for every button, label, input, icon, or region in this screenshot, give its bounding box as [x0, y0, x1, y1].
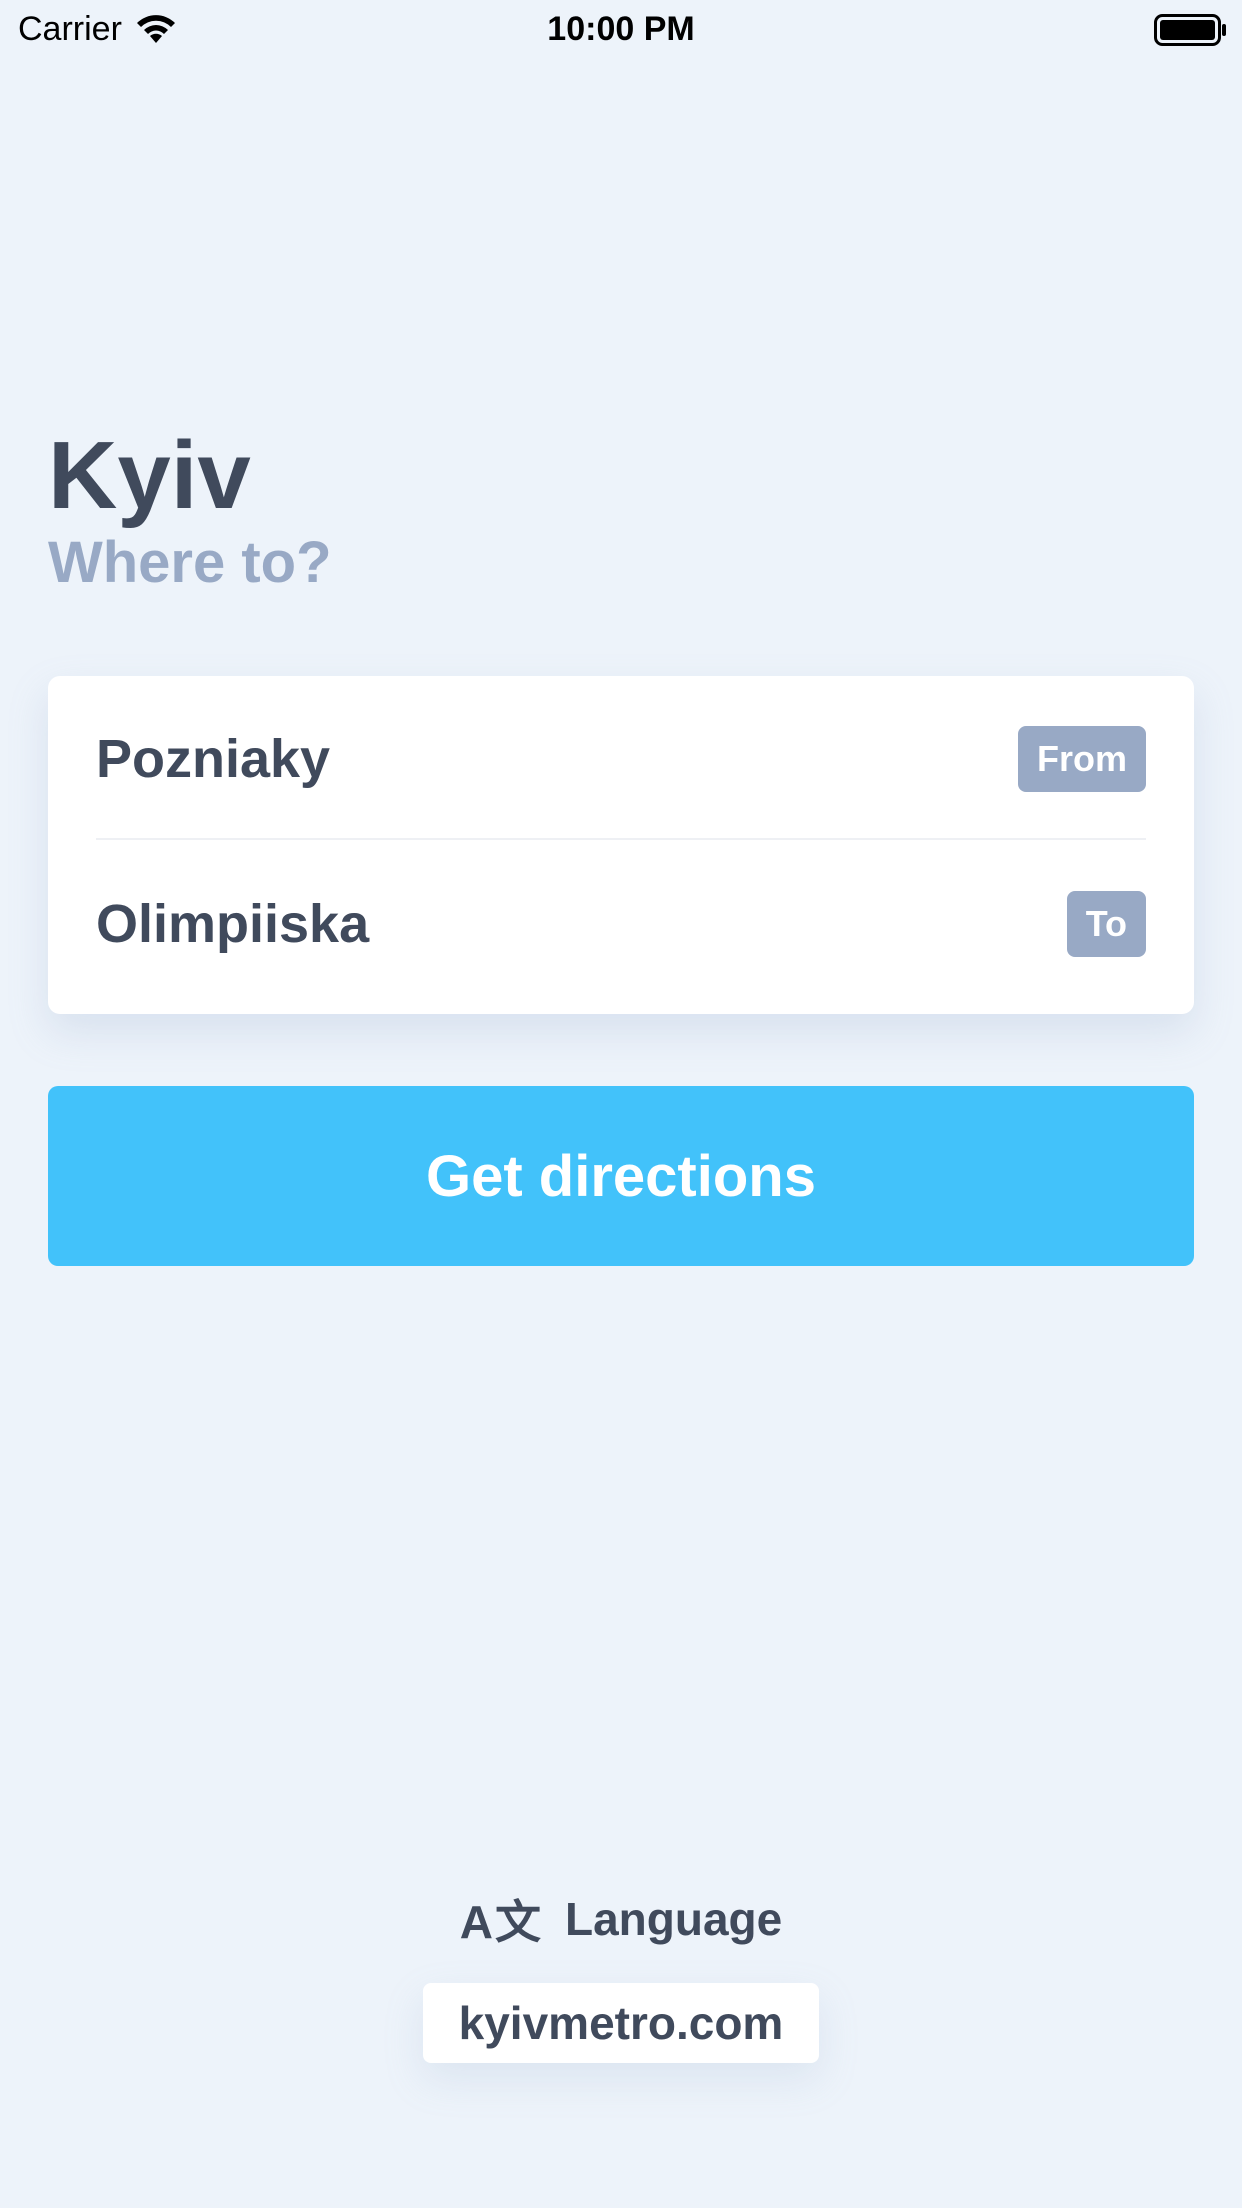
translate-icon: A文 — [459, 1896, 543, 1948]
page-subtitle: Where to? — [48, 530, 332, 595]
to-station-name: Olimpiiska — [96, 893, 370, 954]
from-station-row[interactable]: Pozniaky From — [96, 676, 1146, 841]
get-directions-button[interactable]: Get directions — [48, 1086, 1194, 1266]
from-badge: From — [1018, 725, 1146, 792]
status-time: 10:00 PM — [547, 10, 695, 48]
route-divider — [96, 838, 1146, 840]
language-label: Language — [564, 1893, 783, 1945]
from-station-name: Pozniaky — [96, 728, 331, 789]
language-button[interactable]: A文 Language — [0, 1886, 1242, 1952]
route-card: Pozniaky From Olimpiiska To — [48, 676, 1194, 1014]
battery-icon — [1154, 14, 1226, 46]
page-title: Kyiv — [48, 422, 251, 529]
to-station-row[interactable]: Olimpiiska To — [96, 841, 1146, 1006]
website-link[interactable]: kyivmetro.com — [423, 1983, 819, 2063]
to-badge: To — [1066, 890, 1146, 957]
status-bar: Carrier 10:00 PM — [0, 0, 1242, 60]
